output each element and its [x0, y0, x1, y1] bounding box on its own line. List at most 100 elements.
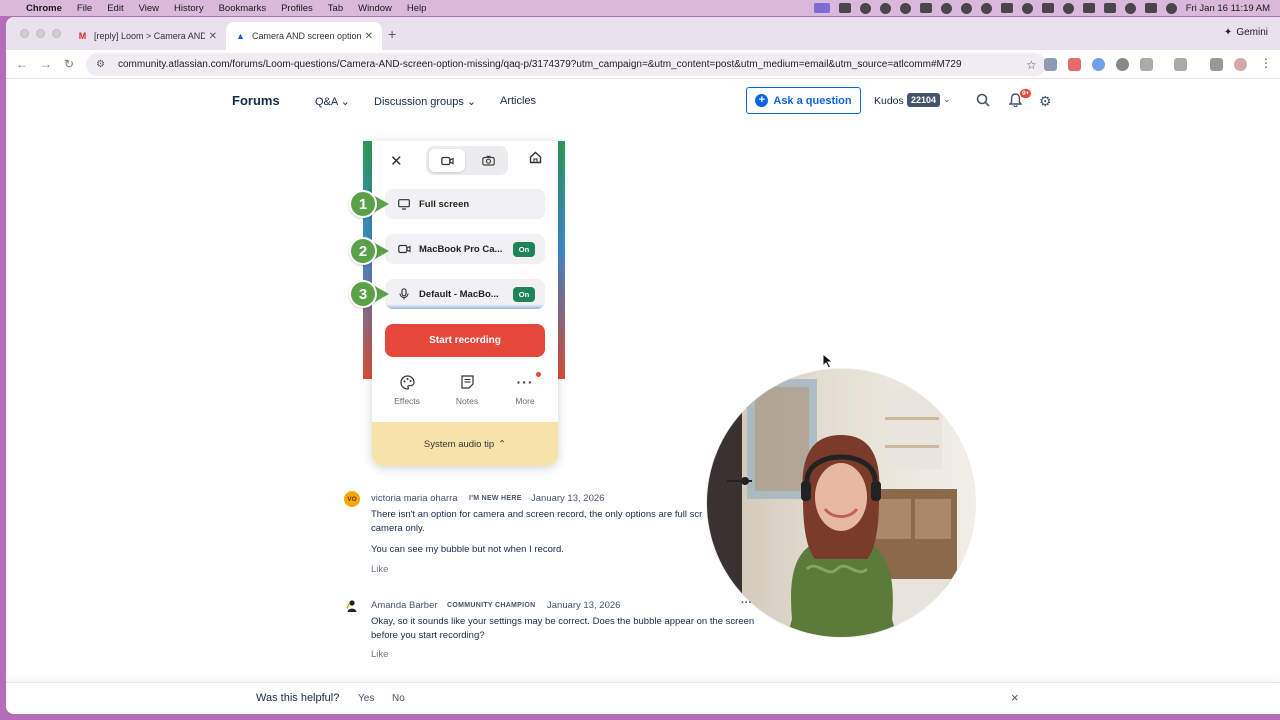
gmail-icon: M — [78, 31, 87, 41]
back-icon[interactable]: ← — [16, 57, 28, 71]
sparkle-icon: ✦ — [1223, 27, 1233, 38]
kudos-count[interactable]: 22104 — [907, 93, 941, 107]
menu-edit[interactable]: Edit — [107, 3, 123, 14]
battery-icon[interactable] — [1082, 3, 1095, 13]
reload-icon[interactable]: ↻ — [64, 57, 74, 71]
menu-view[interactable]: View — [139, 3, 159, 14]
video-mode-icon — [429, 149, 465, 172]
mouse-cursor-icon — [822, 353, 834, 369]
screen-source-option: Full screen — [385, 189, 545, 219]
gemini-label: Gemini — [1236, 27, 1268, 38]
minimize-window-button[interactable] — [36, 29, 45, 38]
bookmark-star-icon[interactable]: ☆ — [1026, 58, 1046, 72]
menu-profiles[interactable]: Profiles — [281, 3, 313, 14]
bluetooth-icon[interactable] — [1041, 3, 1054, 13]
site-info-icon[interactable]: ⚙ — [96, 59, 108, 70]
url-text[interactable]: community.atlassian.com/forums/Loom-ques… — [118, 59, 1026, 70]
menu-tab[interactable]: Tab — [328, 3, 343, 14]
kudos-label[interactable]: Kudos — [874, 95, 904, 107]
new-tab-button[interactable]: + — [388, 26, 396, 42]
comment-author[interactable]: Amanda Barber — [371, 600, 438, 611]
step-marker-3: 3 — [349, 280, 393, 308]
status-app-icon[interactable] — [899, 2, 911, 14]
chevron-down-icon[interactable]: ⌄ — [943, 94, 951, 105]
yes-button[interactable]: Yes — [358, 693, 374, 704]
webcam-bubble[interactable] — [707, 369, 975, 637]
menu-history[interactable]: History — [174, 3, 204, 14]
status-app-icon[interactable] — [960, 2, 972, 14]
no-button[interactable]: No — [392, 693, 405, 704]
helpful-question: Was this helpful? — [256, 692, 340, 704]
download-icon[interactable] — [1210, 58, 1223, 71]
nav-articles[interactable]: Articles — [500, 95, 536, 107]
control-center-icon[interactable] — [1144, 3, 1157, 13]
puzzle-icon[interactable] — [1140, 58, 1153, 71]
moon-icon[interactable] — [1021, 2, 1033, 14]
nav-qa[interactable]: Q&A ⌄ — [315, 95, 350, 108]
extension-icon[interactable] — [1092, 58, 1105, 71]
monitor-icon — [397, 198, 411, 210]
video-camera-icon — [397, 244, 411, 255]
on-badge: On — [513, 286, 535, 302]
status-app-icon[interactable] — [838, 3, 851, 13]
close-icon: ✕ — [390, 153, 403, 170]
chrome-window: M [reply] Loom > Camera AND ✕ ▲ Camera A… — [6, 17, 1280, 714]
plus-icon: + — [755, 94, 769, 107]
notes-icon — [447, 373, 487, 391]
close-tab-icon[interactable]: ✕ — [209, 31, 217, 42]
comment-author[interactable]: victoria maria oharra — [371, 493, 458, 504]
side-panel-icon[interactable] — [1174, 58, 1187, 71]
close-icon[interactable]: × — [1011, 690, 1019, 705]
zoom-window-button[interactable] — [52, 29, 61, 38]
like-button[interactable]: Like — [371, 649, 388, 660]
like-button[interactable]: Like — [371, 564, 388, 575]
status-app-icon[interactable] — [980, 2, 992, 14]
close-tab-icon[interactable]: ✕ — [365, 31, 373, 42]
avatar[interactable] — [344, 598, 360, 614]
window-controls — [20, 29, 61, 38]
step-number: 3 — [349, 280, 377, 308]
status-app-icon[interactable] — [940, 2, 952, 14]
tip-label: System audio tip — [423, 438, 495, 450]
notification-dot — [536, 372, 541, 377]
search-icon[interactable] — [976, 93, 990, 110]
play-icon[interactable] — [1062, 2, 1074, 14]
cloud-icon[interactable] — [919, 3, 932, 13]
menu-file[interactable]: File — [77, 3, 92, 14]
gemini-button[interactable]: ✦ Gemini — [1224, 27, 1268, 38]
gear-icon[interactable]: ⚙ — [1039, 93, 1052, 110]
extension-icon[interactable] — [1116, 58, 1129, 71]
menu-chrome[interactable]: Chrome — [26, 3, 62, 14]
status-app-icon[interactable] — [879, 2, 891, 14]
avatar[interactable]: VO — [344, 491, 360, 507]
profile-avatar[interactable] — [1234, 58, 1247, 71]
close-window-button[interactable] — [20, 29, 29, 38]
option-label: Full screen — [419, 198, 470, 210]
option-label: MacBook Pro Ca... — [419, 243, 503, 255]
pen-icon[interactable] — [1000, 3, 1013, 13]
nav-discussion-groups[interactable]: Discussion groups ⌄ — [374, 95, 476, 108]
status-app-icon[interactable] — [859, 2, 871, 14]
forward-icon[interactable]: → — [40, 57, 52, 71]
menu-window[interactable]: Window — [358, 3, 392, 14]
more-tool: ··· More — [505, 373, 545, 406]
loom-status-icon[interactable] — [813, 3, 830, 13]
extension-icon[interactable] — [1044, 58, 1057, 71]
tab-atlassian[interactable]: ▲ Camera AND screen option m ✕ — [226, 22, 382, 50]
comment-body: You can see my bubble but not when I rec… — [371, 544, 564, 555]
spotlight-icon[interactable] — [1124, 2, 1136, 14]
atlassian-icon: ▲ — [236, 31, 245, 41]
siri-icon[interactable] — [1165, 2, 1177, 14]
ask-question-button[interactable]: + Ask a question — [746, 87, 861, 114]
home-icon — [529, 151, 542, 169]
extension-icon[interactable] — [1068, 58, 1081, 71]
menu-bookmarks[interactable]: Bookmarks — [219, 3, 267, 14]
clock[interactable]: Fri Jan 16 11:19 AM — [1186, 3, 1270, 14]
address-bar[interactable]: ⚙ community.atlassian.com/forums/Loom-qu… — [86, 53, 1046, 76]
wifi-icon[interactable] — [1103, 3, 1116, 13]
forums-brand[interactable]: Forums — [232, 93, 280, 108]
tab-gmail[interactable]: M [reply] Loom > Camera AND ✕ — [68, 22, 226, 50]
kebab-menu-icon[interactable]: ⋮ — [1260, 56, 1272, 70]
menu-help[interactable]: Help — [407, 3, 427, 14]
system-audio-tip: System audio tip ⌃ — [372, 422, 558, 466]
